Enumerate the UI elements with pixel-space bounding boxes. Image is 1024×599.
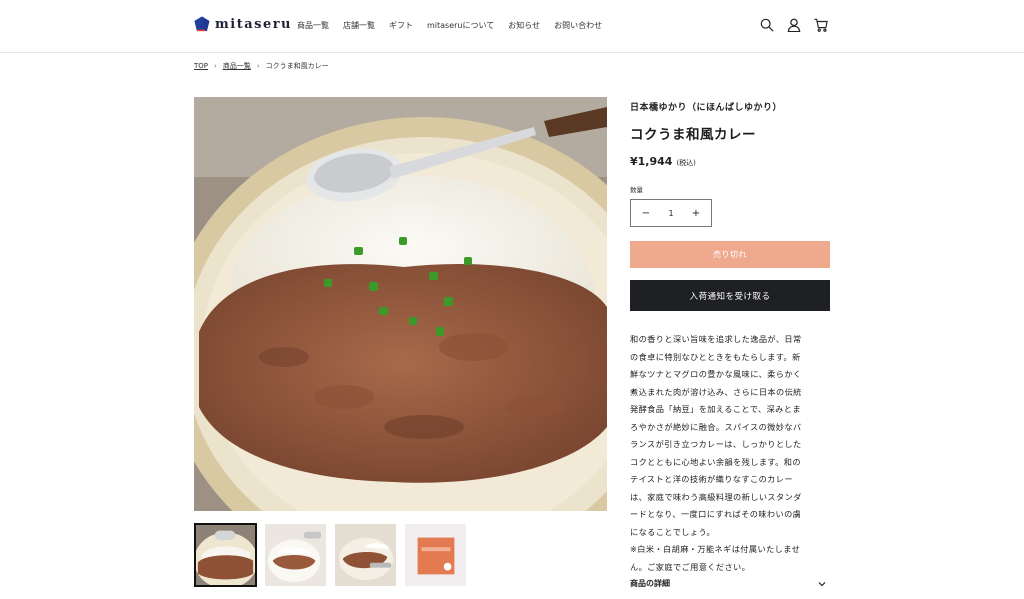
thumbnail-1-photo [196, 525, 255, 585]
chevron-down-icon [818, 581, 826, 586]
description-line: は、家庭で味わう高級料理の新しいスタンダ [630, 491, 802, 502]
breadcrumb-separator: › [256, 62, 260, 70]
nav-item-stores[interactable]: 店舗一覧 [343, 20, 375, 31]
thumbnail-4-photo [405, 524, 466, 586]
cart-icon[interactable] [814, 18, 828, 32]
description-line: ん。ご家庭でご用意ください。 [630, 561, 751, 572]
breadcrumb-top[interactable]: TOP [194, 62, 208, 70]
logo-mark-icon [194, 16, 210, 32]
main-nav: 商品一覧 店舗一覧 ギフト mitaseruについて お知らせ お問い合わせ [297, 20, 602, 31]
description-line: コクとともに心地よい余韻を残します。和の [630, 456, 801, 467]
description-line: ※白米・白胡麻・万能ネギは付属いたしませ [630, 544, 801, 554]
description-line: ろやかさが絶妙に融合。スパイスの微妙なバ [630, 421, 802, 432]
product-details-accordion[interactable]: 商品の詳細 [630, 578, 826, 589]
curry-photo [194, 97, 607, 511]
nav-item-about[interactable]: mitaseruについて [427, 20, 494, 31]
search-icon[interactable] [760, 18, 774, 32]
description-line: ードとなり、一度口にすればその味わいの虜 [630, 509, 802, 519]
tax-note: (税込) [676, 159, 696, 167]
nav-item-gift[interactable]: ギフト [389, 20, 413, 31]
breadcrumb-current: コクうま和風カレー [265, 62, 329, 70]
product-title: コクうま和風カレー [630, 127, 756, 143]
thumbnail-list [194, 523, 467, 587]
header-icons [760, 18, 828, 32]
logo-text: mitaseru [215, 16, 293, 32]
thumbnail-1[interactable] [194, 523, 257, 587]
breadcrumb-separator: › [214, 62, 217, 70]
thumbnail-3[interactable] [334, 523, 397, 587]
price-row: ¥1,944 (税込) [630, 155, 830, 168]
restock-notify-button[interactable]: 入荷通知を受け取る [630, 280, 830, 311]
thumbnail-2[interactable] [264, 523, 327, 587]
description-line: 煮込まれた肉が溶け込み、さらに日本の伝統 [630, 386, 802, 397]
product-vendor[interactable]: 日本橋ゆかり（にほんばしゆかり） [630, 100, 830, 113]
site-header: mitaseru 商品一覧 店舗一覧 ギフト mitaseruについて お知らせ… [0, 0, 1024, 53]
product-description: 和の香りと深い旨味を追求した逸品が、日常 の食卓に特別なひとときをもたらします。… [630, 331, 830, 576]
quantity-plus-button[interactable]: + [691, 208, 701, 219]
nav-item-contact[interactable]: お問い合わせ [554, 20, 602, 31]
thumbnail-2-photo [265, 524, 326, 586]
breadcrumb-products[interactable]: 商品一覧 [223, 61, 251, 71]
site-logo[interactable]: mitaseru [194, 16, 292, 32]
description-line: の食卓に特別なひとときをもたらします。新 [630, 351, 801, 362]
thumbnail-3-photo [335, 524, 396, 586]
description-line: 鮮なツナとマグロの豊かな風味に、柔らかく [630, 369, 802, 379]
description-line: テイストと洋の技術が織りなすこのカレー [630, 474, 793, 484]
nav-item-products[interactable]: 商品一覧 [297, 20, 329, 31]
product-main-image[interactable] [194, 97, 607, 511]
quantity-stepper: − 1 + [630, 199, 712, 227]
account-icon[interactable] [787, 18, 801, 32]
description-line: になることでしょう。 [630, 526, 716, 537]
sold-out-button: 売り切れ [630, 241, 830, 268]
product-info: 日本橋ゆかり（にほんばしゆかり） コクうま和風カレー ¥1,944 (税込) 数… [630, 97, 830, 576]
product-price: ¥1,944 [630, 155, 673, 168]
breadcrumb: TOP › 商品一覧 › コクうま和風カレー [194, 61, 329, 71]
nav-item-news[interactable]: お知らせ [508, 20, 540, 31]
quantity-label: 数量 [630, 186, 643, 194]
quantity-minus-button[interactable]: − [641, 208, 651, 219]
description-line: 和の香りと深い旨味を追求した逸品が、日常 [630, 334, 802, 344]
accordion-label: 商品の詳細 [630, 579, 670, 588]
description-line: ランスが引き立つカレーは、しっかりとした [630, 439, 802, 449]
thumbnail-4[interactable] [404, 523, 467, 587]
description-line: 発酵食品「納豆」を加えることで、深みとま [630, 404, 801, 414]
quantity-value[interactable]: 1 [668, 209, 673, 218]
